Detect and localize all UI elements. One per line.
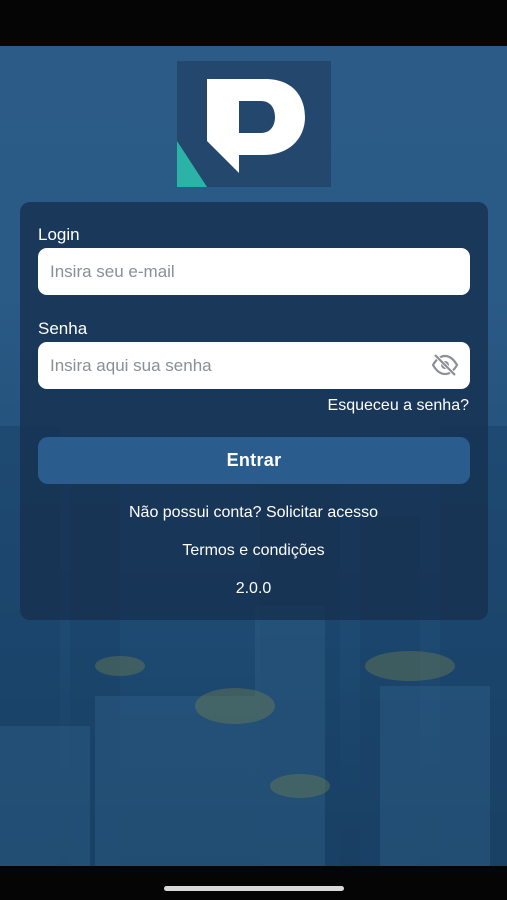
app-logo xyxy=(177,61,331,187)
bottom-bar xyxy=(0,866,507,900)
email-input[interactable] xyxy=(38,248,470,295)
eye-slash-icon[interactable] xyxy=(431,353,459,377)
status-bar xyxy=(0,0,507,46)
login-button[interactable]: Entrar xyxy=(38,437,470,484)
home-indicator[interactable] xyxy=(164,886,344,891)
password-label: Senha xyxy=(38,319,88,338)
app-version: 2.0.0 xyxy=(235,580,272,597)
forgot-password-link[interactable]: Esqueceu a senha? xyxy=(328,397,469,415)
terms-link[interactable]: Termos e condições xyxy=(0,542,507,560)
request-access-link[interactable]: Não possui conta? Solicitar acesso xyxy=(0,504,507,522)
password-input[interactable] xyxy=(38,342,470,389)
login-label: Login xyxy=(38,225,80,244)
